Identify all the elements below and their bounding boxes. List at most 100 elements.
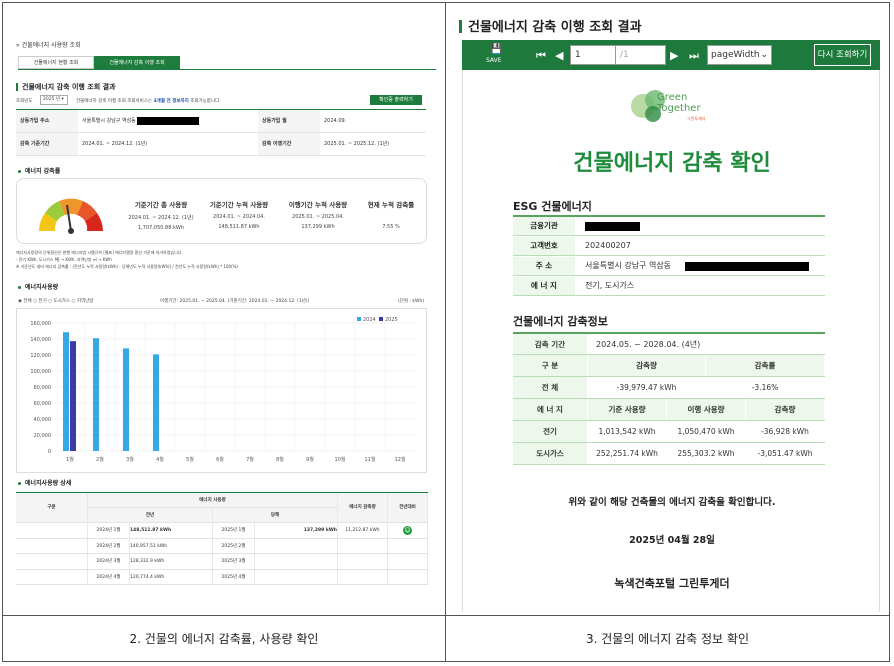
last-page-icon[interactable]: ⏭ bbox=[689, 50, 699, 61]
note-1: 에너지사용량의 단위환산은 현행 에너지법 시행규칙 [별표] 에너지열량 환산… bbox=[16, 250, 183, 255]
esg-row-label: 주 소 bbox=[513, 257, 575, 275]
detail-cell: 148,511.87 kWh bbox=[130, 523, 213, 539]
save-icon[interactable]: 💾 bbox=[490, 44, 502, 55]
compare-cell bbox=[388, 554, 428, 570]
energy-cell: -36,928 kWh bbox=[746, 421, 825, 442]
redaction bbox=[585, 222, 640, 231]
legend-swatch-2024 bbox=[357, 317, 361, 321]
detail-cell bbox=[16, 554, 88, 570]
legend-label-2024: 2024 bbox=[363, 317, 376, 323]
energy-cell: 전기 bbox=[513, 421, 588, 442]
y-tick-label: 100,000 bbox=[30, 369, 51, 375]
tab-underline bbox=[18, 69, 436, 70]
bar-2024-3 bbox=[123, 348, 129, 451]
y-tick-label: 0 bbox=[48, 449, 51, 455]
energy-cell: 도시가스 bbox=[513, 443, 588, 464]
save-label: SAVE bbox=[486, 57, 502, 64]
x-tick-label: 1월 bbox=[66, 456, 74, 463]
esg-row-label: 에 너 지 bbox=[513, 277, 575, 295]
y-tick-label: 120,000 bbox=[30, 353, 51, 359]
detail-cell: 2024년 3월 bbox=[88, 554, 130, 570]
esg-row-label: 고객번호 bbox=[513, 237, 575, 255]
section-title: 건물에너지 감축 이행 조회 결과 bbox=[16, 82, 115, 92]
detail-cell: 140,957.51 kWh bbox=[130, 538, 213, 554]
detail-cell: 2024년 2월 bbox=[88, 538, 130, 554]
detail-cell bbox=[16, 538, 88, 554]
green-together-logo: Green Together 그린투게더 bbox=[625, 88, 725, 128]
y-tick-label: 160,000 bbox=[30, 321, 51, 327]
x-tick-label: 8월 bbox=[276, 456, 284, 463]
esg-row-value: 전기, 도시가스 bbox=[585, 281, 635, 290]
detail-cell: 2025년 4월 bbox=[213, 569, 255, 585]
print-certificate-button[interactable]: 확인증 출력하기 bbox=[370, 95, 422, 105]
detail-cell bbox=[338, 538, 388, 554]
esg-table: 금융기관고객번호 202400207 주 소 서울특별시 강남구 역삼동에 너 지 전기… bbox=[513, 215, 825, 296]
detail-cell: 137,299 kWh bbox=[255, 523, 338, 539]
detail-cell bbox=[255, 538, 338, 554]
certificate-document: Green Together 그린투게더 건물에너지 감축 확인 ESG 건물에너… bbox=[462, 70, 880, 612]
usage-title: 에너지사용량 bbox=[18, 282, 58, 291]
pdf-toolbar: 💾 SAVE ⏮ ◀ 1 /1 ▶ ⏭ pageWidth ⌄ 다시 조회하기 bbox=[462, 40, 880, 70]
tab-reduction-check[interactable]: 건물에너지 감축 이행 조회 bbox=[94, 56, 180, 69]
zoom-select[interactable]: pageWidth ⌄ bbox=[707, 45, 772, 65]
x-tick-label: 11월 bbox=[365, 456, 376, 463]
esg-row: 고객번호 202400207 bbox=[513, 237, 825, 256]
x-tick-label: 7월 bbox=[246, 456, 254, 463]
detail-cell: 2024년 1월 bbox=[88, 523, 130, 539]
detail-cell bbox=[16, 569, 88, 585]
prev-page-icon[interactable]: ◀ bbox=[555, 50, 563, 61]
usage-chart-svg: 160,000 140,000 120,000 100,000 80,000 60,000… bbox=[30, 317, 415, 463]
smile-icon: ☺ bbox=[403, 526, 412, 535]
detail-cell bbox=[16, 523, 88, 539]
y-tick-label: 20,000 bbox=[34, 433, 52, 439]
tab-energy-status[interactable]: 건물에너지 현황 조회 bbox=[18, 56, 94, 69]
y-tick-label: 80,000 bbox=[34, 385, 52, 391]
stat-current-rate: 현재 누적 감축률 7.55 % bbox=[367, 201, 415, 230]
bar-2024-2 bbox=[93, 338, 99, 451]
compare-cell: ☺ bbox=[388, 523, 428, 539]
stat-base-total: 기준기간 총 사용량 2024.01. ~ 2024.12. (1년) 1,707,… bbox=[128, 201, 194, 231]
x-tick-label: 5월 bbox=[186, 456, 194, 463]
esg-row-label: 금융기관 bbox=[513, 217, 575, 235]
detail-cell: 2025년 1월 bbox=[213, 523, 255, 539]
energy-cell: 255,303.2 kWh bbox=[667, 443, 746, 464]
legend-swatch-2025 bbox=[379, 317, 383, 321]
x-tick-label: 6월 bbox=[216, 456, 224, 463]
detail-cell: 128,332.9 kWh bbox=[130, 554, 213, 570]
x-tick-label: 10월 bbox=[335, 456, 346, 463]
esg-title: ESG 건물에너지 bbox=[513, 200, 592, 213]
first-page-icon[interactable]: ⏮ bbox=[536, 50, 546, 61]
note-2: - 전기 KWh, 도시가스 MJ → KWh, 지역난방 ㎥ → KWh bbox=[16, 257, 112, 262]
x-tick-label: 3월 bbox=[126, 456, 134, 463]
issue-date: 2025년 04월 28일 bbox=[629, 535, 715, 546]
gauge-icon bbox=[39, 198, 103, 234]
info-text: 건물에너지 감축 이행 조회 조회서비스는 3개월 전 정보까지 조회가능합니다… bbox=[76, 99, 221, 104]
esg-row: 에 너 지 전기, 도시가스 bbox=[513, 277, 825, 296]
energy-cell: 1,050,470 kWh bbox=[667, 421, 746, 442]
detail-cell bbox=[255, 554, 338, 570]
retry-button[interactable]: 다시 조회하기 bbox=[814, 44, 871, 66]
esg-row-value: 서울특별시 강남구 역삼동 bbox=[585, 261, 672, 270]
bar-2024-4 bbox=[153, 354, 159, 451]
page-number-input[interactable]: 1 bbox=[570, 45, 616, 65]
detail-cell bbox=[255, 569, 338, 585]
year-label: 조회년도 bbox=[16, 99, 33, 104]
x-tick-label: 2월 bbox=[96, 456, 104, 463]
right-title: 건물에너지 감축 이행 조회 결과 bbox=[459, 16, 642, 35]
year-select[interactable]: 2025 년 ▾ bbox=[40, 95, 68, 105]
y-tick-label: 140,000 bbox=[30, 337, 51, 343]
redaction bbox=[685, 262, 809, 271]
detail-table: 구분 에너지 사용량 전년 당해 에너지 감축량 전년대비 2024년 1월 14… bbox=[16, 492, 428, 585]
energy-cell: 252,251.74 kWh bbox=[588, 443, 667, 464]
esg-row: 금융기관 bbox=[513, 217, 825, 236]
detail-title: 에너지사용량 상세 bbox=[18, 478, 71, 487]
caption-left: 2. 건물의 에너지 감축률, 사용량 확인 bbox=[129, 632, 319, 646]
y-tick-label: 40,000 bbox=[34, 417, 52, 423]
bar-2024-1 bbox=[63, 332, 69, 451]
next-page-icon[interactable]: ▶ bbox=[670, 50, 678, 61]
stat-impl-cum: 이행기간 누적 사용량 2025.01. ~ 2025.04. 137,299 kW… bbox=[288, 201, 348, 230]
info-table: 상동가입 주소 서울특별시 강남구 역삼동 상동가입 월 2024.09. 감축… bbox=[16, 109, 426, 156]
rate-title: 에너지 감축률 bbox=[18, 166, 60, 175]
detail-cell: 120,774.4 kWh bbox=[130, 569, 213, 585]
energy-radio-group[interactable]: ◉ 전체 ○ 전기 ○ 도시가스 ○ 지역난방 bbox=[18, 298, 93, 304]
